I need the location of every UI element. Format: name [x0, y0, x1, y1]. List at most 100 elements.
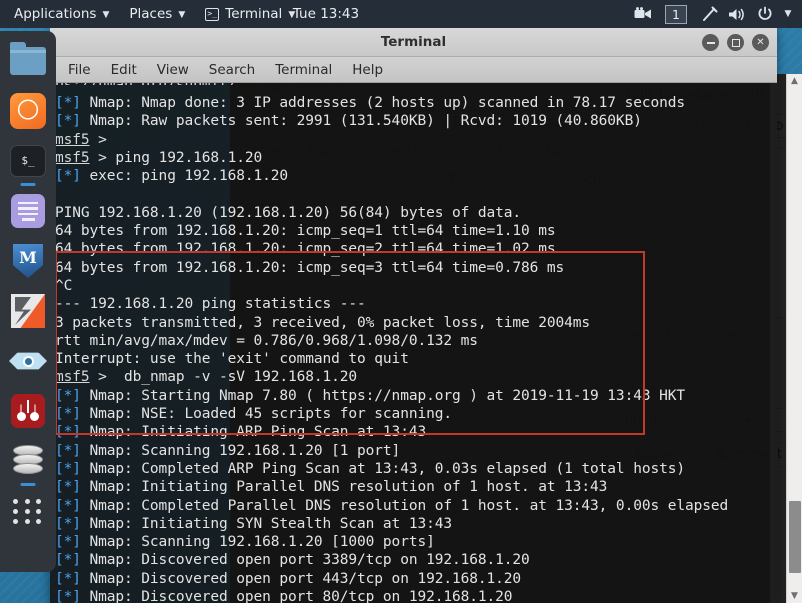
dock-item-firefox[interactable]: 🌕 — [8, 91, 48, 131]
firefox-icon: 🌕 — [10, 93, 46, 129]
files-icon — [10, 47, 46, 75]
terminal-window[interactable]: Terminal ✕ File Edit View Search Termina… — [50, 28, 777, 603]
dock-item-burpsuite[interactable] — [8, 291, 48, 331]
terminal-line: [*] Nmap: Initiating Parallel DNS resolu… — [55, 478, 777, 496]
terminal-line: [*] Nmap: Scanning 192.168.1.20 [1 port] — [55, 442, 777, 460]
line-text: Nmap: NSE: Loaded 45 scripts for scannin… — [81, 406, 452, 422]
dock-item-sqlitebrowser[interactable] — [8, 441, 48, 481]
menu-help[interactable]: Help — [352, 62, 383, 78]
line-text: Nmap: Initiating Parallel DNS resolution… — [81, 479, 607, 495]
dock-item-text-editor[interactable] — [8, 191, 48, 231]
msf-prompt: msf5 — [55, 132, 90, 148]
menu-search[interactable]: Search — [209, 62, 255, 78]
cherrytree-icon — [11, 394, 45, 428]
output-line: Interrupt: use the 'exit' command to qui… — [55, 350, 777, 368]
terminal-line: [*] Nmap: Initiating SYN Stealth Scan at… — [55, 515, 777, 533]
places-menu[interactable]: Places ▼ — [119, 0, 195, 28]
dock-item-show-applications[interactable] — [8, 491, 48, 531]
output-line: 64 bytes from 192.168.1.20: icmp_seq=2 t… — [55, 240, 777, 258]
applications-menu[interactable]: Applications ▼ — [0, 0, 119, 28]
dock-item-cherrytree[interactable] — [8, 391, 48, 431]
window-menu-terminal[interactable]: >_ Terminal ▼ — [195, 0, 305, 28]
info-tag: [*] — [55, 498, 81, 514]
dock-item-wireshark[interactable] — [8, 341, 48, 381]
applications-label: Applications — [14, 6, 96, 22]
terminal-line-clipped: ps://nmap.org/submit/ . — [55, 83, 777, 85]
output-line: 64 bytes from 192.168.1.20: icmp_seq=1 t… — [55, 222, 777, 240]
terminal-line: [*] exec: ping 192.168.1.20 — [55, 167, 777, 185]
terminal-menubar: File Edit View Search Terminal Help — [50, 57, 777, 83]
window-menu-label: Terminal — [225, 6, 282, 22]
places-label: Places — [129, 6, 172, 22]
info-tag: [*] — [55, 479, 81, 495]
info-tag: [*] — [55, 534, 81, 550]
info-tag: [*] — [55, 516, 81, 532]
burpsuite-icon — [11, 294, 45, 328]
line-text: exec: ping 192.168.1.20 — [81, 168, 288, 184]
output-line: rtt min/avg/max/mdev = 0.786/0.968/1.098… — [55, 332, 777, 350]
terminal-output-area[interactable]: ps://nmap.org/submit/ . [*] Nmap: Nmap do… — [50, 83, 777, 603]
screen-recorder-icon[interactable] — [630, 0, 656, 28]
line-text: Nmap: Nmap done: 3 IP addresses (2 hosts… — [81, 95, 685, 111]
line-text: Nmap: Scanning 192.168.1.20 [1 port] — [81, 443, 400, 459]
terminal-line: [*] Nmap: Raw packets sent: 2991 (131.54… — [55, 112, 777, 130]
info-tag: [*] — [55, 589, 81, 603]
scroll-down-arrow-icon[interactable]: ▼ — [791, 591, 798, 601]
terminal-titlebar[interactable]: Terminal ✕ — [50, 28, 777, 57]
info-tag: [*] — [55, 168, 81, 184]
terminal-line: [*] Nmap: NSE: Loaded 45 scripts for sca… — [55, 405, 777, 423]
minimize-button[interactable] — [702, 34, 719, 51]
workspace-indicator[interactable]: 1 — [665, 5, 687, 24]
panel-tray: 1 ▼ — [630, 0, 796, 28]
info-tag: [*] — [55, 552, 81, 568]
favorites-dock: 🌕 $_ M — [0, 31, 56, 572]
line-text: Nmap: Starting Nmap 7.80 ( https://nmap.… — [81, 388, 685, 404]
line-text: Nmap: Completed ARP Ping Scan at 13:43, … — [81, 461, 685, 477]
terminal-line: [*] Nmap: Scanning 192.168.1.20 [1000 po… — [55, 533, 777, 551]
msf-prompt: msf5 — [55, 369, 90, 385]
grid-icon — [13, 496, 43, 526]
terminal-line: [*] Nmap: Initiating ARP Ping Scan at 13… — [55, 423, 777, 441]
output-line: 64 bytes from 192.168.1.20: icmp_seq=3 t… — [55, 259, 777, 277]
terminal-line: [*] Nmap: Discovered open port 443/tcp o… — [55, 570, 777, 588]
desktop-top-panel: Applications ▼ Places ▼ >_ Terminal ▼ Tu… — [0, 0, 802, 28]
metasploit-icon: M — [13, 244, 43, 278]
menu-terminal[interactable]: Terminal — [275, 62, 332, 78]
terminal-line: [*] Nmap: Completed ARP Ping Scan at 13:… — [55, 460, 777, 478]
terminal-icon: >_ — [205, 8, 219, 21]
info-tag: [*] — [55, 95, 81, 111]
dock-item-terminal[interactable]: $_ — [8, 141, 48, 181]
power-icon[interactable] — [752, 0, 778, 28]
scroll-up-arrow-icon[interactable]: ▲ — [791, 76, 798, 86]
volume-icon[interactable] — [724, 0, 750, 28]
wireshark-icon — [9, 351, 47, 371]
scrollbar-thumb[interactable] — [789, 501, 801, 573]
menu-file[interactable]: File — [68, 62, 91, 78]
output-line: 3 packets transmitted, 3 received, 0% pa… — [55, 314, 777, 332]
info-tag: [*] — [55, 443, 81, 459]
chevron-down-icon[interactable]: ▼ — [780, 0, 796, 28]
menu-edit[interactable]: Edit — [111, 62, 137, 78]
line-text: Nmap: Discovered open port 443/tcp on 19… — [81, 571, 521, 587]
terminal-line: msf5 > db_nmap -v -sV 192.168.1.20 — [55, 368, 777, 386]
terminal-scrollbar[interactable] — [770, 83, 777, 603]
terminal-line: [*] Nmap: Completed Parallel DNS resolut… — [55, 497, 777, 515]
terminal-text: ps://nmap.org/submit/ . [*] Nmap: Nmap do… — [55, 85, 777, 603]
maximize-button[interactable] — [727, 34, 744, 51]
info-tag: [*] — [55, 388, 81, 404]
menu-view[interactable]: View — [157, 62, 189, 78]
terminal-line: [*] Nmap: Nmap done: 3 IP addresses (2 h… — [55, 94, 777, 112]
close-button[interactable]: ✕ — [752, 34, 769, 51]
command-text: > ping 192.168.1.20 — [90, 150, 263, 166]
info-tag: [*] — [55, 424, 81, 440]
info-tag: [*] — [55, 113, 81, 129]
line-text: Nmap: Initiating SYN Stealth Scan at 13:… — [81, 516, 452, 532]
output-line: --- 192.168.1.20 ping statistics --- — [55, 295, 777, 313]
dock-item-metasploit[interactable]: M — [8, 241, 48, 281]
window-scrollbar[interactable]: ▲ ▼ — [786, 74, 802, 603]
terminal-line: [*] Nmap: Discovered open port 3389/tcp … — [55, 551, 777, 569]
line-text: Nmap: Completed Parallel DNS resolution … — [81, 498, 728, 514]
dock-item-files[interactable] — [8, 41, 48, 81]
line-text: Nmap: Scanning 192.168.1.20 [1000 ports] — [81, 534, 435, 550]
network-vpn-icon[interactable] — [696, 0, 722, 28]
